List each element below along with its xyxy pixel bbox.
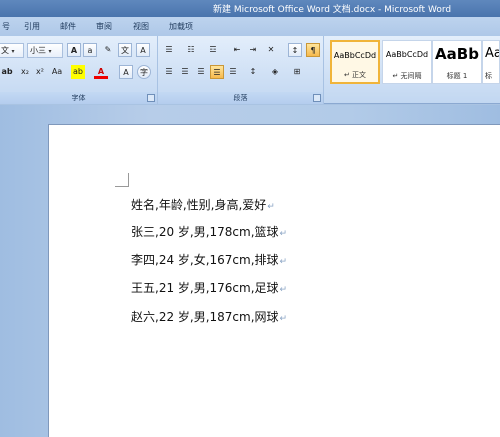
line-spacing-icon[interactable]: ↕ — [246, 65, 260, 79]
font-group-label: 字体 — [0, 92, 157, 104]
ribbon: 文 ▾ 小三 ▾ A a ✎ 文 A ab x₂ x² Aa ab A A 字 … — [0, 36, 500, 104]
align-right-icon[interactable]: ☰ — [194, 65, 208, 79]
grow-font-button[interactable]: A — [67, 43, 81, 57]
increase-indent-icon[interactable]: ⇥ — [246, 43, 260, 57]
watermark-brand: Baidu — [386, 394, 442, 415]
paragraph-mark-icon: ↵ — [279, 229, 288, 239]
ribbon-tabs: 号 引用 邮件 审阅 视图 加载项 — [0, 17, 500, 36]
style-name-heading-2: 标 — [485, 72, 492, 80]
chevron-down-icon: ▾ — [48, 48, 52, 55]
paragraph-group-label: 段落 — [158, 92, 323, 104]
paragraph-mark-icon: ↵ — [279, 285, 288, 295]
borders-icon[interactable]: ⊞ — [290, 65, 304, 79]
style-sample-no-spacing: AaBbCcDd — [385, 50, 429, 59]
bold-button[interactable]: ab — [0, 65, 14, 79]
asian-layout-icon[interactable]: ✕ — [264, 43, 278, 57]
sort-icon[interactable]: ↕ — [288, 43, 302, 57]
style-no-spacing[interactable]: AaBbCcDd ↵ 无间隔 — [382, 40, 432, 84]
document-line-text: 李四,24 岁,女,167cm,排球 — [131, 253, 279, 267]
clear-format-icon[interactable]: ✎ — [101, 43, 115, 57]
styles-gallery: AaBbCcDd ↵ 正文 AaBbCcDd ↵ 无间隔 AaBb 标题 1 A… — [328, 40, 500, 86]
document-line-text: 赵六,22 岁,男,187cm,网球 — [131, 310, 279, 324]
font-name-value: 文 — [1, 46, 9, 55]
document-line-text: 张三,20 岁,男,178cm,篮球 — [131, 225, 279, 239]
highlight-icon[interactable]: ab — [71, 65, 85, 79]
watermark-sub: 经验 — [444, 400, 471, 415]
bullets-icon[interactable]: ☰ — [162, 43, 176, 57]
justify-icon[interactable]: ☰ — [210, 65, 224, 79]
font-dialog-launcher-icon[interactable] — [147, 94, 155, 102]
tab-layout[interactable]: 号 — [2, 21, 10, 32]
style-normal[interactable]: AaBbCcDd ↵ 正文 — [330, 40, 380, 84]
style-name-heading-1: 标题 1 — [446, 72, 468, 80]
show-marks-icon[interactable]: ¶ — [306, 43, 320, 57]
window-title: 新建 Microsoft Office Word 文档.docx - Micro… — [213, 5, 452, 15]
paragraph-mark-icon: ↵ — [267, 202, 275, 212]
font-size-select[interactable]: 小三 ▾ — [27, 43, 63, 58]
paragraph-group: ☰ ☷ ☲ ⇤ ⇥ ✕ ↕ ¶ ☰ ☰ ☰ ☰ ☰ ↕ ◈ ⊞ 段落 — [158, 36, 324, 104]
document-line[interactable]: 王五,21 岁,男,176cm,足球↵ — [131, 279, 287, 296]
document-line[interactable]: 姓名,年龄,性别,身高,爱好↵ — [131, 196, 275, 213]
document-line-text: 王五,21 岁,男,176cm,足球 — [131, 281, 279, 295]
tab-references[interactable]: 引用 — [24, 21, 40, 32]
style-sample-heading-1: AaBb — [435, 45, 479, 63]
superscript-button[interactable]: x² — [33, 65, 47, 79]
paragraph-dialog-launcher-icon[interactable] — [313, 94, 321, 102]
chevron-down-icon: ▾ — [11, 48, 15, 55]
paragraph-mark-icon: ↵ — [279, 314, 288, 324]
document-line[interactable]: 李四,24 岁,女,167cm,排球↵ — [131, 251, 287, 268]
enclose-characters-icon[interactable]: 字 — [137, 65, 151, 79]
title-bar: 新建 Microsoft Office Word 文档.docx - Micro… — [0, 0, 500, 17]
document-line[interactable]: 张三,20 岁,男,178cm,篮球↵ — [131, 223, 287, 240]
align-left-icon[interactable]: ☰ — [162, 65, 176, 79]
multilevel-list-icon[interactable]: ☲ — [206, 43, 220, 57]
distributed-icon[interactable]: ☰ — [226, 65, 240, 79]
style-name-normal: ↵ 正文 — [343, 71, 367, 79]
subscript-button[interactable]: x₂ — [18, 65, 32, 79]
margin-corner-mark — [115, 173, 129, 187]
style-heading-1[interactable]: AaBb 标题 1 — [432, 40, 482, 84]
shrink-font-button[interactable]: a — [83, 43, 97, 57]
tab-view[interactable]: 视图 — [133, 21, 149, 32]
paragraph-mark-icon: ↵ — [279, 257, 288, 267]
align-center-icon[interactable]: ☰ — [178, 65, 192, 79]
change-case-button[interactable]: Aa — [50, 65, 64, 79]
numbering-icon[interactable]: ☷ — [184, 43, 198, 57]
style-name-no-spacing: ↵ 无间隔 — [392, 72, 422, 80]
font-size-value: 小三 — [30, 46, 46, 55]
font-color-icon[interactable]: A — [94, 65, 108, 79]
font-name-select[interactable]: 文 ▾ — [0, 43, 24, 58]
baidu-watermark: Baidu 经验 — [386, 392, 498, 420]
tab-add-ins[interactable]: 加载项 — [169, 21, 193, 32]
shading-icon[interactable]: ◈ — [268, 65, 282, 79]
font-group: 文 ▾ 小三 ▾ A a ✎ 文 A ab x₂ x² Aa ab A A 字 … — [0, 36, 158, 104]
style-sample-normal: AaBbCcDd — [333, 51, 377, 60]
document-line-text: 姓名,年龄,性别,身高,爱好 — [131, 198, 267, 212]
tab-review[interactable]: 审阅 — [96, 21, 112, 32]
tab-mailings[interactable]: 邮件 — [60, 21, 76, 32]
style-heading-2[interactable]: Aa 标 — [482, 40, 500, 84]
decrease-indent-icon[interactable]: ⇤ — [230, 43, 244, 57]
phonetic-guide-icon[interactable]: 文 — [118, 43, 132, 57]
style-sample-heading-2: Aa — [485, 46, 499, 61]
character-border-icon[interactable]: A — [136, 43, 150, 57]
document-line[interactable]: 赵六,22 岁,男,187cm,网球↵ — [131, 308, 287, 325]
character-shading-icon[interactable]: A — [119, 65, 133, 79]
